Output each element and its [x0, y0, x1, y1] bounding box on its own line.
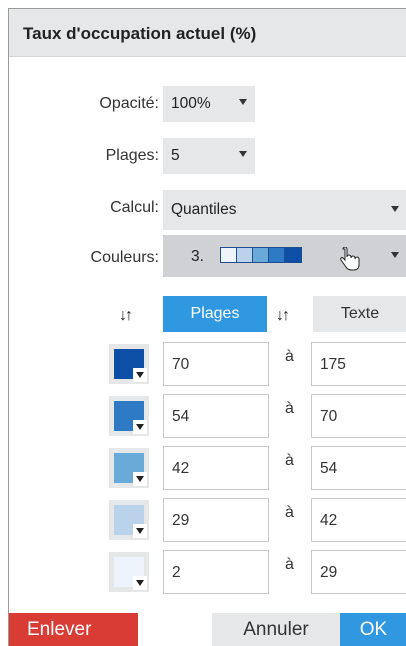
calc-value: Quantiles [171, 201, 237, 218]
chevron-down-icon [133, 576, 147, 590]
range-to-input[interactable]: 42 [311, 498, 406, 542]
ramp-color-cell [253, 248, 269, 262]
range-separator: à [285, 400, 294, 417]
chevron-down-icon [391, 252, 399, 258]
range-from-input[interactable]: 2 [163, 550, 269, 594]
ramp-color-cell [269, 248, 285, 262]
ramp-color-cell [285, 248, 301, 262]
ok-button[interactable]: OK [340, 613, 406, 646]
chevron-down-icon [133, 524, 147, 538]
range-separator: à [285, 556, 294, 573]
color-ramp-select[interactable]: 3. [163, 235, 406, 277]
range-from-input[interactable]: 29 [163, 498, 269, 542]
hand-cursor-icon [340, 247, 360, 271]
range-separator: à [285, 504, 294, 521]
opacity-value: 100% [171, 95, 211, 112]
range-to-input[interactable]: 70 [311, 394, 406, 438]
opacity-label: Opacité: [99, 95, 159, 112]
tab-ranges[interactable]: Plages [163, 296, 267, 332]
range-to-input[interactable]: 54 [311, 446, 406, 490]
calc-label: Calcul: [110, 199, 159, 216]
range-color-picker[interactable] [109, 552, 149, 592]
ranges-value: 5 [171, 147, 180, 164]
range-from-input[interactable]: 42 [163, 446, 269, 490]
panel-header: Taux d'occupation actuel (%) [9, 9, 406, 57]
chevron-down-icon [133, 368, 147, 382]
ramp-color-cell [221, 248, 237, 262]
range-color-picker[interactable] [109, 396, 149, 436]
calc-select[interactable]: Quantiles [163, 190, 406, 230]
range-color-picker[interactable] [109, 500, 149, 540]
chevron-down-icon [239, 151, 247, 157]
sort-icon[interactable]: ↓↑ [276, 307, 290, 325]
color-ramp-preview [220, 247, 302, 263]
range-color-picker[interactable] [109, 344, 149, 384]
chevron-down-icon [239, 99, 247, 105]
range-from-input[interactable]: 54 [163, 394, 269, 438]
colors-label: Couleurs: [90, 249, 159, 266]
ramp-color-cell [237, 248, 253, 262]
chevron-down-icon [133, 472, 147, 486]
range-separator: à [285, 452, 294, 469]
cancel-button[interactable]: Annuler [212, 613, 340, 646]
ranges-label: Plages: [105, 147, 159, 164]
range-separator: à [285, 348, 294, 365]
range-from-input[interactable]: 70 [163, 342, 269, 386]
opacity-select[interactable]: 100% [163, 86, 255, 122]
chevron-down-icon [391, 206, 399, 212]
ranges-select[interactable]: 5 [163, 138, 255, 174]
color-ramp-value: 3. [191, 248, 204, 265]
chevron-down-icon [133, 420, 147, 434]
sort-icon[interactable]: ↓↑ [119, 307, 133, 325]
panel-title: Taux d'occupation actuel (%) [23, 24, 257, 43]
range-color-picker[interactable] [109, 448, 149, 488]
range-to-input[interactable]: 29 [311, 550, 406, 594]
range-to-input[interactable]: 175 [311, 342, 406, 386]
classification-panel: Taux d'occupation actuel (%) Opacité: 10… [8, 8, 406, 646]
tab-text[interactable]: Texte [313, 296, 406, 332]
remove-button[interactable]: Enlever [9, 613, 138, 646]
